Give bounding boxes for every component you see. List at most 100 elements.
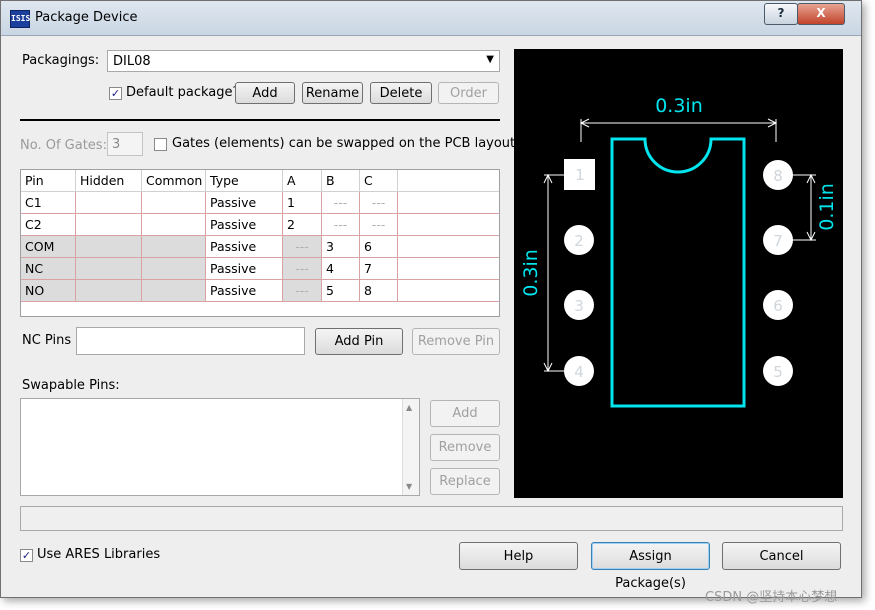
delete-packaging-button[interactable]: Delete — [370, 82, 432, 104]
width-dimension — [579, 118, 778, 142]
use-ares-checkbox[interactable]: ✓ — [20, 549, 33, 562]
cell-c[interactable]: --- — [360, 214, 398, 236]
scroll-down-icon[interactable]: ▼ — [406, 482, 412, 491]
cell-common[interactable] — [142, 280, 206, 302]
cancel-button[interactable]: Cancel — [722, 542, 841, 570]
cell-b[interactable]: 3 — [322, 236, 360, 258]
height-dimension — [543, 173, 570, 373]
cell-common[interactable] — [142, 214, 206, 236]
pad-8-label: 8 — [773, 167, 783, 185]
pin-table-row[interactable]: C2 Passive 2 --- --- — [21, 214, 499, 236]
swap-replace-button[interactable]: Replace — [430, 468, 500, 495]
cell-pin[interactable]: C1 — [21, 192, 76, 214]
nc-pins-input[interactable] — [76, 327, 305, 355]
package-preview-drawing: 0.3in 0.3in 0.1in 1 2 3 4 8 7 6 5 — [520, 95, 838, 408]
order-packaging-button[interactable]: Order — [438, 82, 499, 104]
packagings-selected-value: DIL08 — [113, 54, 151, 69]
swapable-pins-label: Swapable Pins: — [22, 378, 120, 393]
pin-table[interactable]: Pin Hidden Common Type A B C C1 Passive 1-… — [20, 169, 500, 317]
remove-pin-button[interactable]: Remove Pin — [412, 328, 500, 355]
cell-empty[interactable] — [398, 280, 499, 302]
width-dimension-label: 0.3in — [655, 95, 703, 117]
column-header-common[interactable]: Common — [142, 170, 206, 192]
default-package-label: Default package? — [126, 85, 240, 100]
column-header-c[interactable]: C — [360, 170, 398, 192]
pad-2-label: 2 — [574, 232, 584, 250]
cell-common[interactable] — [142, 192, 206, 214]
title-help-button[interactable]: ? — [764, 3, 798, 25]
gates-input[interactable]: 3 — [107, 132, 143, 156]
cell-a[interactable]: 1 — [283, 192, 322, 214]
cell-b[interactable]: --- — [322, 192, 360, 214]
app-icon: ISIS — [10, 10, 30, 28]
cell-hidden[interactable] — [76, 258, 142, 280]
window-title: Package Device — [35, 10, 138, 25]
cell-c[interactable]: 6 — [360, 236, 398, 258]
cell-b[interactable]: 5 — [322, 280, 360, 302]
cell-hidden[interactable] — [76, 214, 142, 236]
chevron-down-icon[interactable]: ▼ — [486, 54, 494, 65]
height-dimension-label: 0.3in — [520, 249, 542, 297]
cell-type[interactable]: Passive — [206, 214, 283, 236]
cell-a[interactable]: --- — [283, 280, 322, 302]
cell-type[interactable]: Passive — [206, 236, 283, 258]
pin-table-row[interactable]: COM Passive --- 3 6 — [21, 236, 499, 258]
swapable-pins-list[interactable]: ▲ ▼ — [20, 398, 420, 496]
pitch-dimension-label: 0.1in — [816, 183, 838, 231]
title-bar: ISIS Package Device ? X — [1, 1, 861, 36]
watermark: CSDN @坚持本心梦想 — [705, 590, 838, 605]
cell-empty[interactable] — [398, 236, 499, 258]
add-packaging-button[interactable]: Add — [235, 82, 295, 104]
scroll-up-icon[interactable]: ▲ — [406, 403, 412, 412]
cell-empty[interactable] — [398, 192, 499, 214]
cell-pin[interactable]: COM — [21, 236, 76, 258]
separator — [20, 119, 500, 121]
swap-remove-button[interactable]: Remove — [430, 434, 500, 461]
pin-table-row[interactable]: NO Passive --- 5 8 — [21, 280, 499, 302]
pin-table-row[interactable]: C1 Passive 1 --- --- — [21, 192, 499, 214]
swapable-pins-scrollbar[interactable]: ▲ ▼ — [402, 399, 419, 495]
swap-add-button[interactable]: Add — [430, 400, 500, 427]
column-header-hidden[interactable]: Hidden — [76, 170, 142, 192]
gates-value: 3 — [112, 137, 121, 152]
cell-c[interactable]: --- — [360, 192, 398, 214]
cell-a[interactable]: 2 — [283, 214, 322, 236]
gates-swap-label: Gates (elements) can be swapped on the P… — [172, 136, 523, 151]
cell-pin[interactable]: NC — [21, 258, 76, 280]
pad-1-label: 1 — [575, 166, 585, 184]
cell-empty[interactable] — [398, 214, 499, 236]
assign-packages-button[interactable]: Assign Package(s) — [591, 542, 710, 591]
cell-pin[interactable]: C2 — [21, 214, 76, 236]
cell-hidden[interactable] — [76, 192, 142, 214]
gates-swap-checkbox[interactable] — [154, 138, 167, 151]
cell-c[interactable]: 8 — [360, 280, 398, 302]
cell-c[interactable]: 7 — [360, 258, 398, 280]
cell-common[interactable] — [142, 258, 206, 280]
cell-common[interactable] — [142, 236, 206, 258]
default-package-checkbox[interactable]: ✓ — [109, 87, 122, 100]
cell-type[interactable]: Passive — [206, 280, 283, 302]
pin-table-row[interactable]: NC Passive --- 4 7 — [21, 258, 499, 280]
cell-b[interactable]: --- — [322, 214, 360, 236]
cell-hidden[interactable] — [76, 280, 142, 302]
column-header-a[interactable]: A — [283, 170, 322, 192]
help-button[interactable]: Help — [459, 542, 578, 570]
rename-packaging-button[interactable]: Rename — [302, 82, 363, 104]
cell-type[interactable]: Passive — [206, 258, 283, 280]
pad-3-label: 3 — [574, 297, 584, 315]
packagings-select[interactable]: DIL08 ▼ — [107, 50, 500, 72]
pad-4-label: 4 — [574, 363, 584, 381]
cell-empty[interactable] — [398, 258, 499, 280]
cell-a[interactable]: --- — [283, 258, 322, 280]
column-header-type[interactable]: Type — [206, 170, 283, 192]
pad-6-label: 6 — [773, 297, 783, 315]
column-header-pin[interactable]: Pin — [21, 170, 76, 192]
cell-hidden[interactable] — [76, 236, 142, 258]
close-button[interactable]: X — [797, 3, 845, 25]
cell-pin[interactable]: NO — [21, 280, 76, 302]
cell-type[interactable]: Passive — [206, 192, 283, 214]
add-pin-button[interactable]: Add Pin — [315, 328, 403, 355]
cell-b[interactable]: 4 — [322, 258, 360, 280]
cell-a[interactable]: --- — [283, 236, 322, 258]
column-header-b[interactable]: B — [322, 170, 360, 192]
